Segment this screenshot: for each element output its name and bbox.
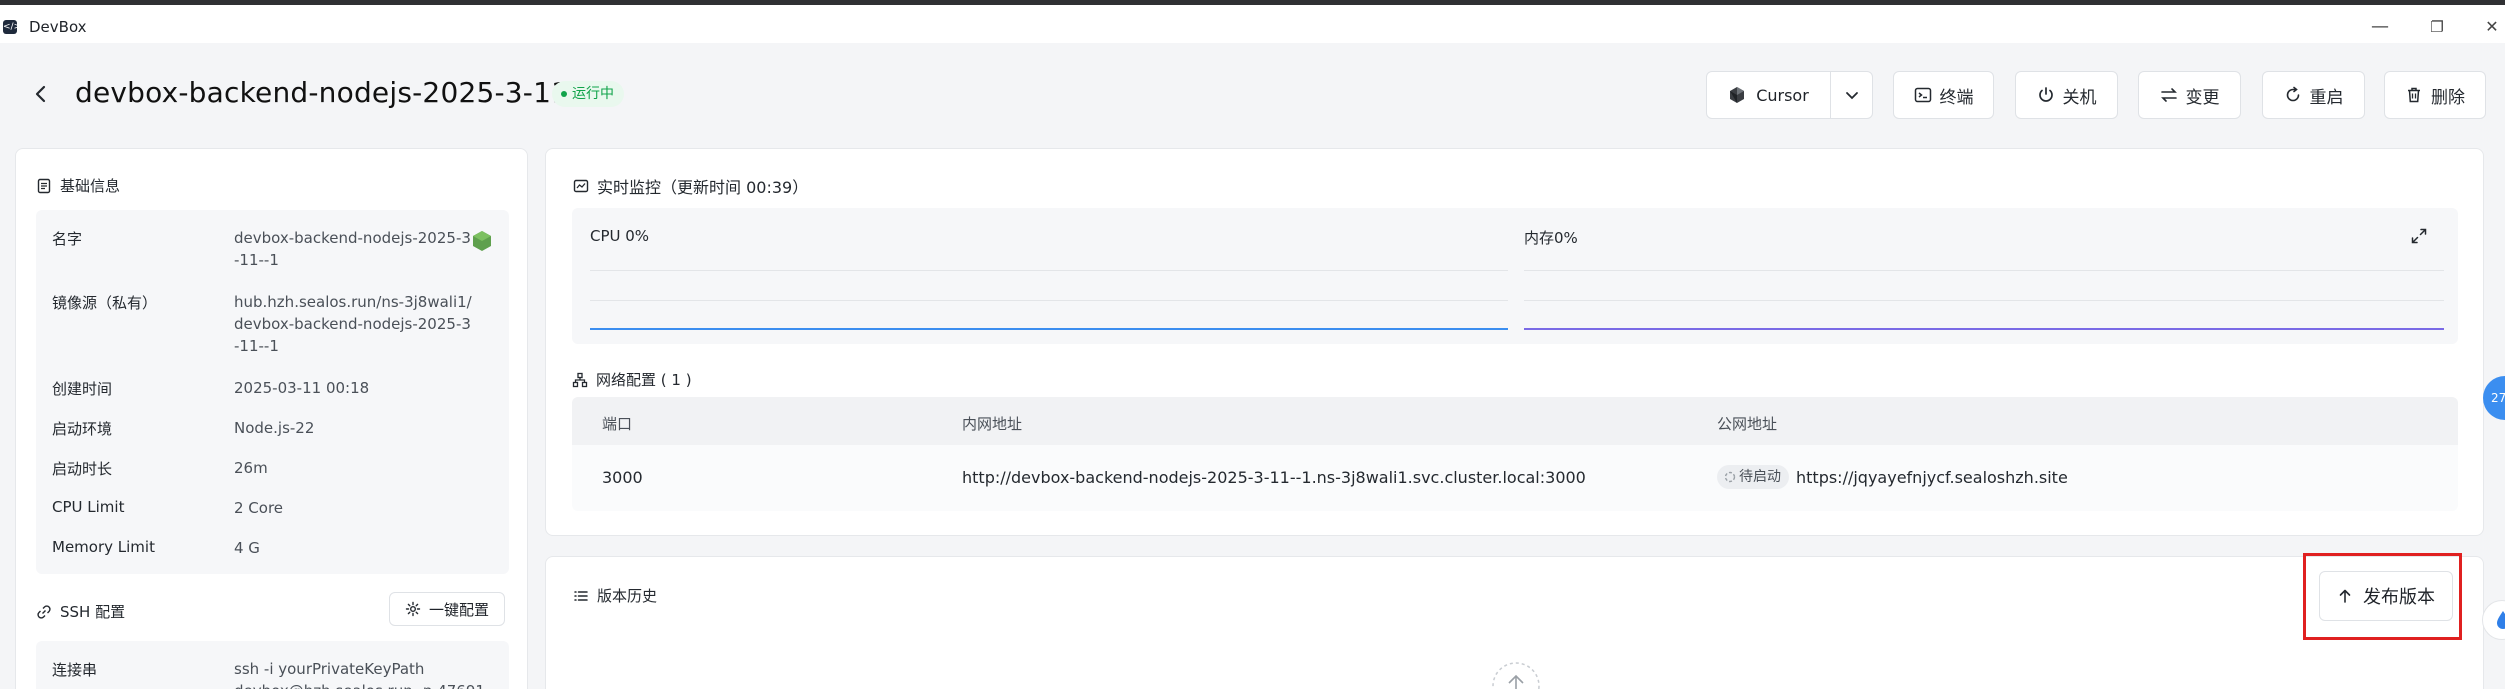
cpu-gridline bbox=[590, 270, 1508, 271]
table-row: 3000 http://devbox-backend-nodejs-2025-3… bbox=[572, 445, 2458, 511]
close-button[interactable]: ✕ bbox=[2477, 15, 2505, 39]
loading-icon bbox=[1724, 471, 1736, 483]
info-key-image: 镜像源（私有） bbox=[52, 294, 158, 312]
app-icon: </> bbox=[3, 20, 22, 34]
title-bar: </> DevBox — ❐ ✕ bbox=[0, 5, 2505, 43]
internal-address-cell[interactable]: http://devbox-backend-nodejs-2025-3-11--… bbox=[962, 468, 1586, 487]
chevron-down-icon bbox=[1846, 92, 1858, 100]
trash-icon bbox=[2408, 87, 2420, 103]
network-title-text: 网络配置 ( 1 ) bbox=[596, 371, 692, 389]
app-title: DevBox bbox=[29, 18, 87, 36]
info-value-created: 2025-03-11 00:18 bbox=[234, 379, 370, 397]
ide-dropdown-button[interactable] bbox=[1831, 72, 1873, 118]
delete-label: 删除 bbox=[2431, 87, 2465, 108]
expand-icon[interactable] bbox=[2410, 227, 2428, 245]
info-key-runtime: 启动环境 bbox=[52, 420, 113, 438]
terminal-icon bbox=[1914, 87, 1931, 103]
port-cell: 3000 bbox=[602, 468, 643, 487]
memory-label: 内存0% bbox=[1524, 229, 1578, 247]
restart-label: 重启 bbox=[2309, 87, 2344, 108]
basic-info-list: 名字 devbox-backend-nodejs-2025-3-11--1 镜像… bbox=[36, 210, 509, 574]
status-badge: 运行中 bbox=[552, 81, 624, 107]
floating-badge[interactable]: 273 bbox=[2483, 376, 2505, 420]
nodejs-icon bbox=[473, 231, 491, 251]
info-key-uptime: 启动时长 bbox=[52, 460, 113, 478]
link-icon bbox=[37, 604, 51, 619]
restart-icon bbox=[2286, 86, 2299, 102]
version-history-title: 版本历史 bbox=[573, 585, 657, 606]
minimize-button[interactable]: — bbox=[2365, 15, 2395, 39]
floating-assistant-button[interactable] bbox=[2482, 600, 2505, 640]
public-address-link[interactable]: https://jqyayefnjycf.sealoshzh.site bbox=[1796, 468, 2068, 487]
empty-state-icon bbox=[1492, 662, 1540, 689]
basic-info-card: 基础信息 名字 devbox-backend-nodejs-2025-3-11-… bbox=[15, 148, 528, 689]
restart-button[interactable]: 重启 bbox=[2262, 71, 2365, 119]
memory-gridline bbox=[1524, 270, 2444, 271]
cpu-usage-line bbox=[590, 328, 1508, 330]
table-header: 端口 内网地址 公网地址 bbox=[572, 397, 2458, 445]
network-icon bbox=[572, 372, 588, 387]
shutdown-button[interactable]: 关机 bbox=[2015, 71, 2118, 119]
memory-usage-line bbox=[1524, 328, 2444, 330]
monitor-panel: CPU 0% 内存0% bbox=[572, 208, 2458, 344]
swap-icon bbox=[2160, 88, 2177, 102]
terminal-label: 终端 bbox=[1939, 87, 1974, 108]
cpu-gridline bbox=[590, 300, 1508, 301]
column-header-public: 公网地址 bbox=[1717, 415, 1778, 433]
page-title: devbox-backend-nodejs-2025-3-11--1 bbox=[75, 76, 608, 109]
info-value-name: devbox-backend-nodejs-2025-3-11--1 bbox=[234, 229, 471, 269]
cursor-logo-icon bbox=[1730, 87, 1745, 103]
back-button[interactable] bbox=[30, 83, 52, 105]
monitor-title: 实时监控（更新时间 00:39） bbox=[573, 174, 808, 198]
ssh-conn-value-2: devbox@hzh.sealos.run -p 47691 bbox=[234, 680, 494, 689]
column-header-port: 端口 bbox=[602, 415, 633, 433]
info-value-uptime: 26m bbox=[234, 459, 268, 477]
network-table: 端口 内网地址 公网地址 3000 http://devbox-backend-… bbox=[572, 397, 2458, 511]
highlight-box bbox=[2303, 553, 2462, 640]
one-key-config-label: 一键配置 bbox=[428, 600, 489, 619]
pending-status-text: 待启动 bbox=[1739, 469, 1781, 485]
pending-status-badge: 待启动 bbox=[1717, 465, 1789, 489]
water-drop-icon bbox=[2497, 611, 2505, 629]
column-header-internal: 内网地址 bbox=[962, 415, 1023, 433]
ssh-conn-key: 连接串 bbox=[52, 661, 98, 679]
shutdown-label: 关机 bbox=[2062, 87, 2097, 108]
info-key-memory: Memory Limit bbox=[52, 538, 155, 556]
one-key-config-button[interactable]: 一键配置 bbox=[389, 592, 505, 626]
ssh-info-box: 连接串 ssh -i yourPrivateKeyPath devbox@hzh… bbox=[36, 641, 509, 689]
document-icon bbox=[37, 178, 51, 193]
info-key-created: 创建时间 bbox=[52, 380, 113, 398]
cpu-label: CPU 0% bbox=[590, 227, 650, 245]
list-icon bbox=[574, 590, 588, 601]
info-value-cpu: 2 Core bbox=[234, 499, 284, 517]
version-history-title-text: 版本历史 bbox=[597, 587, 658, 605]
info-value-image: hub.hzh.sealos.run/ns-3j8wali1/devbox-ba… bbox=[234, 293, 472, 355]
monitor-icon bbox=[573, 179, 589, 193]
ssh-conn-value-1: ssh -i yourPrivateKeyPath bbox=[234, 660, 425, 678]
page-header: devbox-backend-nodejs-2025-3-11--1 运行中 C… bbox=[0, 43, 2505, 143]
open-ide-button[interactable]: Cursor bbox=[1707, 72, 1830, 118]
info-key-cpu: CPU Limit bbox=[52, 498, 125, 516]
info-key-name: 名字 bbox=[52, 230, 83, 248]
info-value-runtime: Node.js-22 bbox=[234, 419, 315, 437]
ssh-title-text: SSH 配置 bbox=[60, 603, 126, 621]
gear-icon bbox=[405, 601, 421, 617]
basic-info-title: 基础信息 bbox=[36, 175, 120, 196]
ide-button-group: Cursor bbox=[1706, 71, 1873, 119]
maximize-button[interactable]: ❐ bbox=[2422, 15, 2452, 39]
info-value-memory: 4 G bbox=[234, 539, 260, 557]
change-label: 变更 bbox=[2185, 87, 2220, 108]
network-title: 网络配置 ( 1 ) bbox=[572, 369, 692, 390]
monitor-title-text: 实时监控（更新时间 00:39） bbox=[597, 178, 809, 197]
power-icon bbox=[2038, 87, 2053, 102]
version-history-card: 版本历史 bbox=[545, 556, 2484, 689]
chevron-left-icon bbox=[35, 85, 46, 103]
change-button[interactable]: 变更 bbox=[2138, 71, 2241, 119]
terminal-button[interactable]: 终端 bbox=[1893, 71, 1994, 119]
ide-button-label: Cursor bbox=[1756, 85, 1809, 105]
delete-button[interactable]: 删除 bbox=[2384, 71, 2486, 119]
memory-gridline bbox=[1524, 300, 2444, 301]
basic-info-title-text: 基础信息 bbox=[60, 177, 121, 195]
ssh-title: SSH 配置 bbox=[36, 601, 125, 622]
